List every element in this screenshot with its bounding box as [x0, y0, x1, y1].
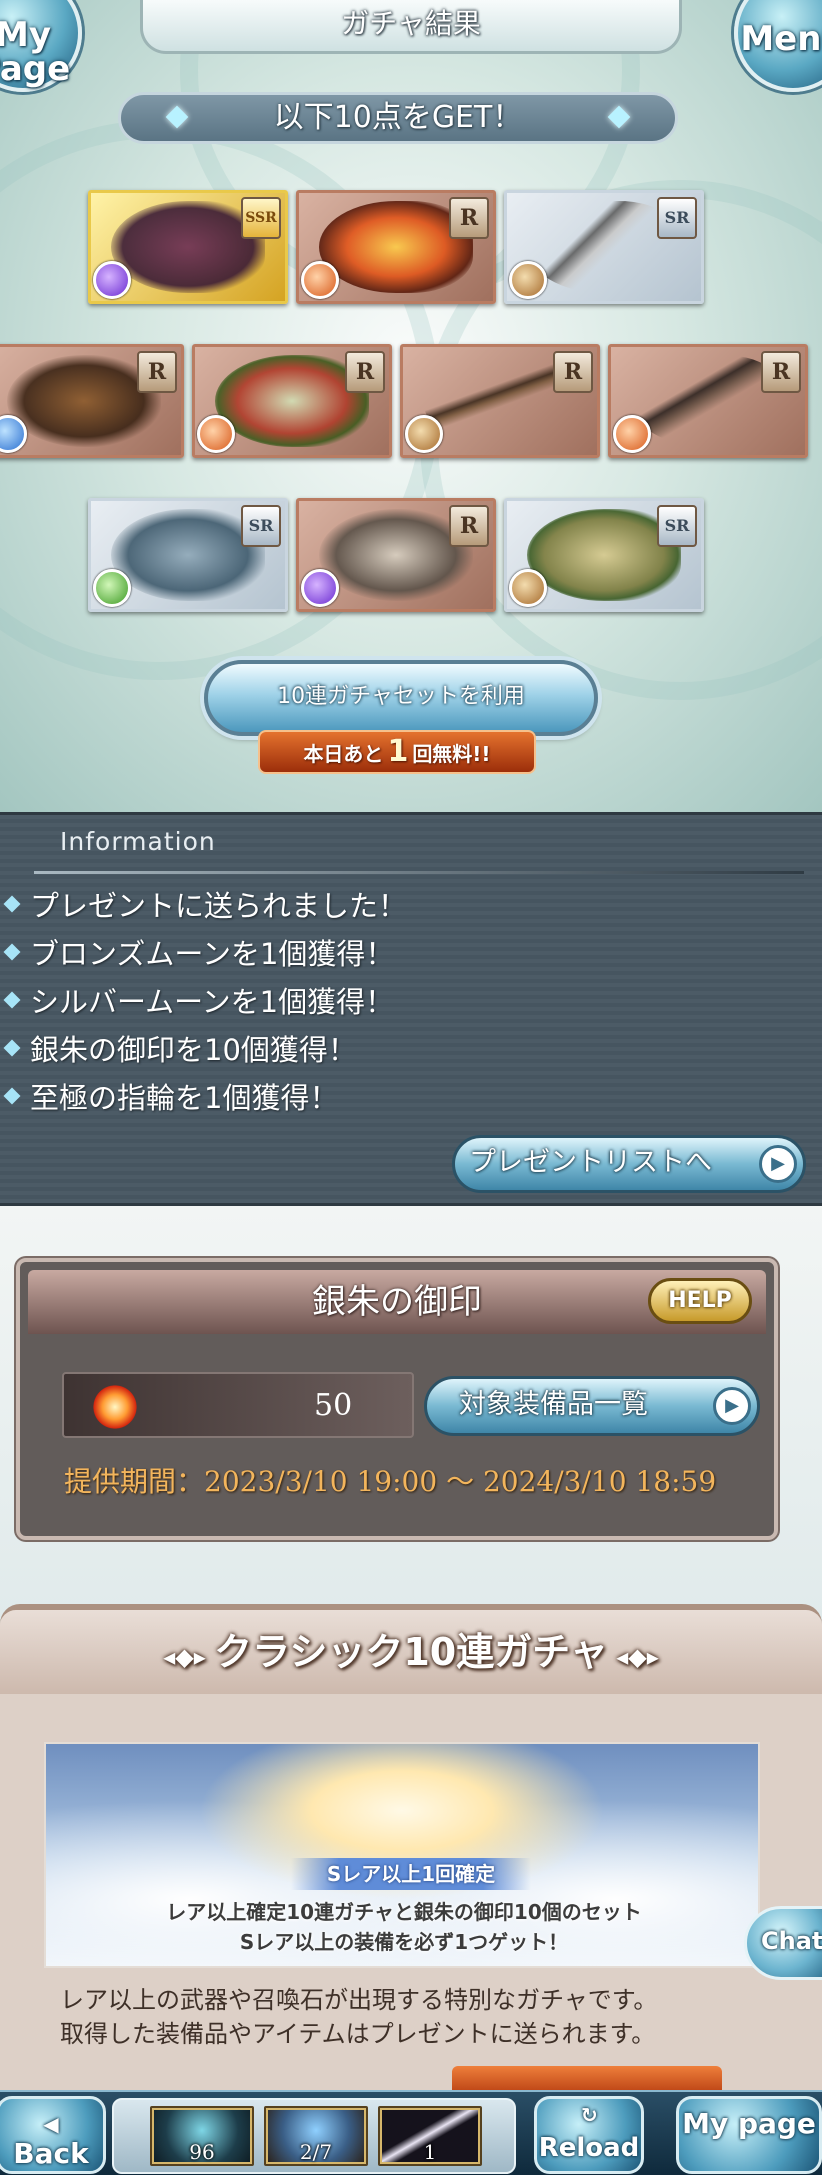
- period-value: 2023/3/10 19:00 〜 2024/3/10 18:59: [204, 1465, 717, 1498]
- tray-item-crystal[interactable]: 96: [150, 2106, 254, 2166]
- arrows-left-icon: ◂◆▸: [163, 1643, 215, 1671]
- result-item-card[interactable]: SR: [88, 498, 288, 612]
- tray-qty: 1: [423, 2140, 437, 2164]
- earth-element-icon: [509, 569, 547, 607]
- banner-line: レア以上確定10連ガチャと銀朱の御印10個のセット: [166, 1900, 642, 1924]
- reload-button[interactable]: ↻ Reload: [534, 2096, 644, 2174]
- result-item-card[interactable]: R: [0, 344, 184, 458]
- banner-line: Sレア以上の装備を必ず1つゲット！: [239, 1930, 569, 1954]
- result-item-card[interactable]: SSR: [88, 190, 288, 304]
- rarity-badge: R: [345, 351, 385, 393]
- classic-gacha-banner[interactable]: Sレア以上1回確定 レア以上確定10連ガチャと銀朱の御印10個のセット Sレア以…: [44, 1742, 760, 1968]
- get-banner-text: 以下10点をGET！: [273, 100, 523, 135]
- equip-list-label: 対象装備品一覧: [459, 1389, 648, 1420]
- gacha-result-area: ガチャ結果 My Page Menu 以下10点をGET！ SSR R SR R…: [0, 0, 822, 812]
- chat-label: Chat: [761, 1927, 822, 1955]
- menu-label: Menu: [740, 19, 822, 59]
- earth-element-icon: [509, 261, 547, 299]
- classic-gacha-title: ◂◆▸ クラシック10連ガチャ ◂◆▸: [0, 1610, 822, 1694]
- rarity-badge: R: [449, 197, 489, 239]
- mypage-label: My Page: [0, 15, 71, 89]
- wind-element-icon: [93, 569, 131, 607]
- banner-tag: Sレア以上1回確定: [291, 1858, 531, 1890]
- target-equipment-list-button[interactable]: 対象装備品一覧 ▶: [424, 1376, 760, 1436]
- arrow-right-icon: ▶: [759, 1145, 797, 1183]
- fire-element-icon: [613, 415, 651, 453]
- back-arrow-icon: ◀: [43, 2112, 59, 2136]
- info-message: 銀朱の御印を10個獲得！: [30, 1027, 357, 1069]
- result-item-card[interactable]: R: [296, 190, 496, 304]
- result-item-card[interactable]: SR: [504, 498, 704, 612]
- info-message: 至極の指輪を1個獲得！: [30, 1075, 338, 1117]
- seal-icon: [90, 1382, 140, 1432]
- seal-panel: 銀朱の御印 HELP 50 対象装備品一覧 ▶ 提供期間：2023/3/10 1…: [16, 1258, 778, 1540]
- earth-element-icon: [405, 415, 443, 453]
- result-item-card[interactable]: R: [192, 344, 392, 458]
- diamond-icon: [607, 105, 631, 129]
- rarity-badge: SR: [657, 505, 697, 547]
- divider: [34, 871, 804, 874]
- tray-qty: 96: [189, 2140, 215, 2164]
- dark-element-icon: [93, 261, 131, 299]
- tray-item-ticket[interactable]: 2/7: [264, 2106, 368, 2166]
- rarity-badge: R: [449, 505, 489, 547]
- mypage-button[interactable]: My Page: [0, 0, 82, 92]
- help-button[interactable]: HELP: [648, 1278, 752, 1324]
- period-label: 提供期間：: [64, 1465, 205, 1498]
- info-message: プレゼントに送られました！: [30, 883, 407, 925]
- chat-button[interactable]: Chat: [744, 1906, 822, 1980]
- bottom-nav-bar: ◀ Back 96 2/7 1 ↻ Reload My page: [0, 2090, 822, 2175]
- result-item-card[interactable]: R: [400, 344, 600, 458]
- free-suffix: 回無料!!: [412, 742, 491, 766]
- free-draw-badge: 本日あと 1 回無料!!: [258, 730, 536, 774]
- tray-item-weapon[interactable]: 1: [378, 2106, 482, 2166]
- mypage-bottom-label: My page: [682, 2107, 816, 2140]
- arrow-right-icon: ▶: [713, 1387, 751, 1425]
- back-label: Back: [13, 2137, 89, 2170]
- rarity-badge: R: [553, 351, 593, 393]
- rarity-badge: R: [761, 351, 801, 393]
- information-title: Information: [60, 827, 216, 856]
- back-button[interactable]: ◀ Back: [0, 2096, 106, 2174]
- dark-element-icon: [301, 569, 339, 607]
- result-item-card[interactable]: R: [296, 498, 496, 612]
- free-prefix: 本日あと: [303, 742, 384, 766]
- fire-element-icon: [301, 261, 339, 299]
- mypage-bottom-button[interactable]: My page: [676, 2096, 822, 2174]
- item-tray: 96 2/7 1: [112, 2098, 516, 2174]
- classic-title-text: クラシック10連ガチャ: [214, 1630, 608, 1674]
- get-banner: 以下10点をGET！: [118, 92, 678, 144]
- information-panel: Information プレゼントに送られました！ ブロンズムーンを1個獲得！ …: [0, 812, 822, 1206]
- info-message: ブロンズムーンを1個獲得！: [30, 931, 394, 973]
- rarity-badge: SR: [241, 505, 281, 547]
- fire-element-icon: [197, 415, 235, 453]
- page-title: ガチャ結果: [140, 0, 682, 54]
- diamond-icon: [165, 105, 189, 129]
- menu-button[interactable]: Menu: [734, 0, 822, 92]
- free-count: 1: [387, 734, 409, 769]
- present-list-label: プレゼントリストへ: [469, 1147, 712, 1178]
- rarity-badge: SSR: [241, 197, 281, 239]
- offer-period: 提供期間：2023/3/10 19:00 〜 2024/3/10 18:59: [64, 1460, 716, 1500]
- result-item-card[interactable]: SR: [504, 190, 704, 304]
- reload-icon: ↻: [581, 2103, 598, 2127]
- present-list-button[interactable]: プレゼントリストへ ▶: [452, 1135, 806, 1193]
- rarity-badge: SR: [657, 197, 697, 239]
- seal-count-box: 50: [62, 1372, 414, 1438]
- seal-count: 50: [314, 1388, 353, 1423]
- result-item-card[interactable]: R: [608, 344, 808, 458]
- reload-label: Reload: [538, 2133, 640, 2163]
- classic-description: 取得した装備品やアイテムはプレゼントに送られます。: [60, 2020, 656, 2048]
- arrows-right-icon: ◂◆▸: [607, 1643, 659, 1671]
- rarity-badge: R: [137, 351, 177, 393]
- ten-draw-set-button[interactable]: 10連ガチャセットを利用: [204, 660, 598, 736]
- tray-qty: 2/7: [299, 2140, 333, 2164]
- classic-description: レア以上の武器や召喚石が出現する特別なガチャです。: [60, 1986, 658, 2014]
- info-message: シルバームーンを1個獲得！: [30, 979, 394, 1021]
